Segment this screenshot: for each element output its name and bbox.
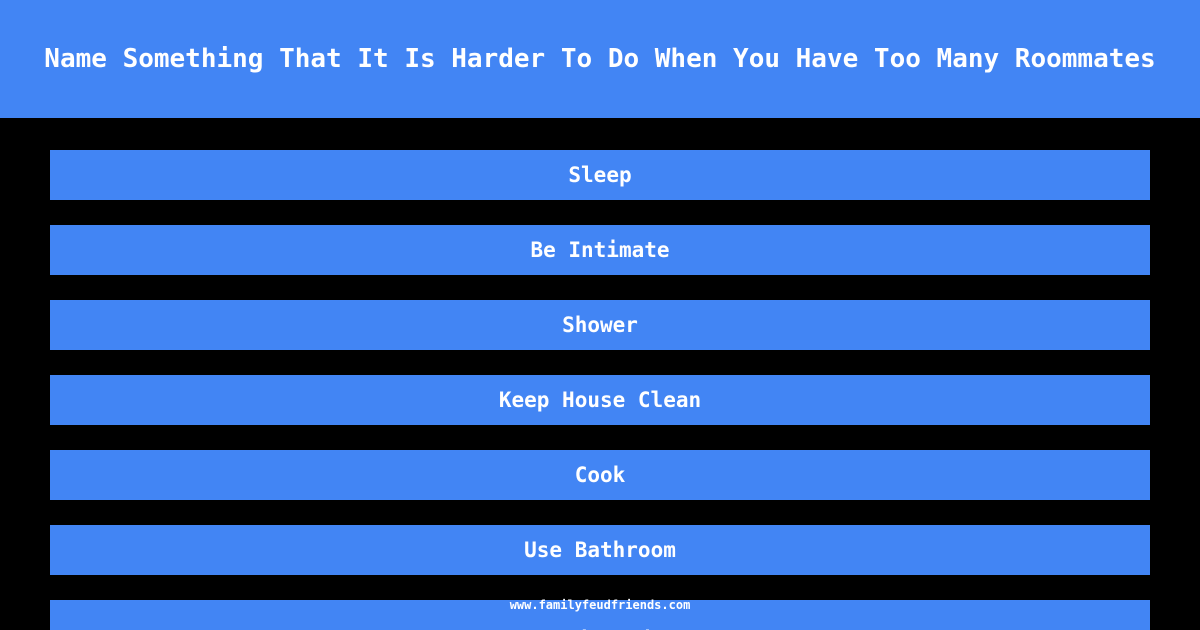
answer-row-4[interactable]: Keep House Clean [50,375,1150,425]
family-feud-answer-board: Name Something That It Is Harder To Do W… [0,0,1200,630]
answer-row-7[interactable]: Read/Study [50,600,1150,630]
answer-label-3: Shower [562,312,638,337]
answer-row-2[interactable]: Be Intimate [50,225,1150,275]
answer-list: Sleep Be Intimate Shower Keep House Clea… [0,118,1200,630]
answer-row-3[interactable]: Shower [50,300,1150,350]
answer-label-4: Keep House Clean [498,387,702,412]
answer-label-2: Be Intimate [530,237,670,262]
answer-label-5: Cook [574,462,626,487]
answer-row-6[interactable]: Use Bathroom [50,525,1150,575]
page-title: Name Something That It Is Harder To Do W… [44,43,1156,74]
answer-row-1[interactable]: Sleep [50,150,1150,200]
answer-row-5[interactable]: Cook [50,450,1150,500]
question-header: Name Something That It Is Harder To Do W… [0,0,1200,118]
answer-label-6: Use Bathroom [524,537,676,562]
answer-label-1: Sleep [568,162,632,187]
